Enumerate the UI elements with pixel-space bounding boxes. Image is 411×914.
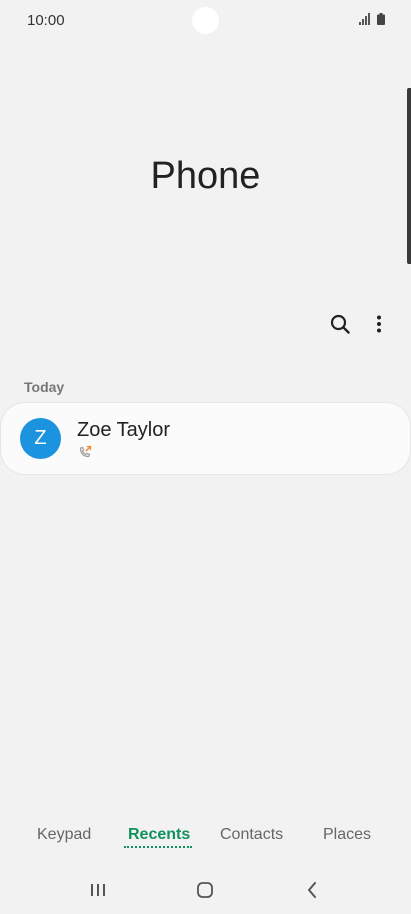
tab-places[interactable]: Places: [323, 826, 371, 844]
status-icons: [359, 13, 385, 25]
system-nav-bar: [0, 866, 411, 914]
contact-name: Zoe Taylor: [77, 419, 171, 441]
avatar[interactable]: Z: [20, 418, 61, 459]
back-icon: [308, 882, 316, 898]
tab-keypad[interactable]: Keypad: [37, 826, 91, 844]
back-button[interactable]: [300, 878, 324, 902]
outgoing-call-icon: [79, 445, 92, 458]
tab-recents[interactable]: Recents: [128, 826, 190, 844]
page-title: Phone: [150, 155, 261, 197]
status-time: 10:00: [27, 12, 65, 29]
recent-apps-icon: [91, 884, 105, 896]
status-bar: 10:00: [0, 0, 411, 40]
camera-cutout: [192, 7, 219, 34]
search-icon: [330, 314, 350, 334]
list-item[interactable]: Z Zoe Taylor: [1, 403, 410, 474]
section-header-today: Today: [24, 379, 65, 395]
tab-contacts[interactable]: Contacts: [220, 826, 283, 844]
more-options-icon: [377, 315, 381, 333]
home-button[interactable]: [193, 878, 217, 902]
signal-icon: [359, 13, 370, 25]
more-options-button[interactable]: [367, 312, 391, 336]
search-button[interactable]: [328, 312, 352, 336]
bottom-tab-bar: Keypad Recents Contacts Places: [0, 818, 411, 858]
recent-apps-button[interactable]: [86, 878, 110, 902]
active-tab-indicator: [124, 846, 192, 848]
home-icon: [197, 882, 213, 898]
avatar-initial: Z: [34, 427, 47, 449]
battery-icon: [377, 13, 385, 25]
